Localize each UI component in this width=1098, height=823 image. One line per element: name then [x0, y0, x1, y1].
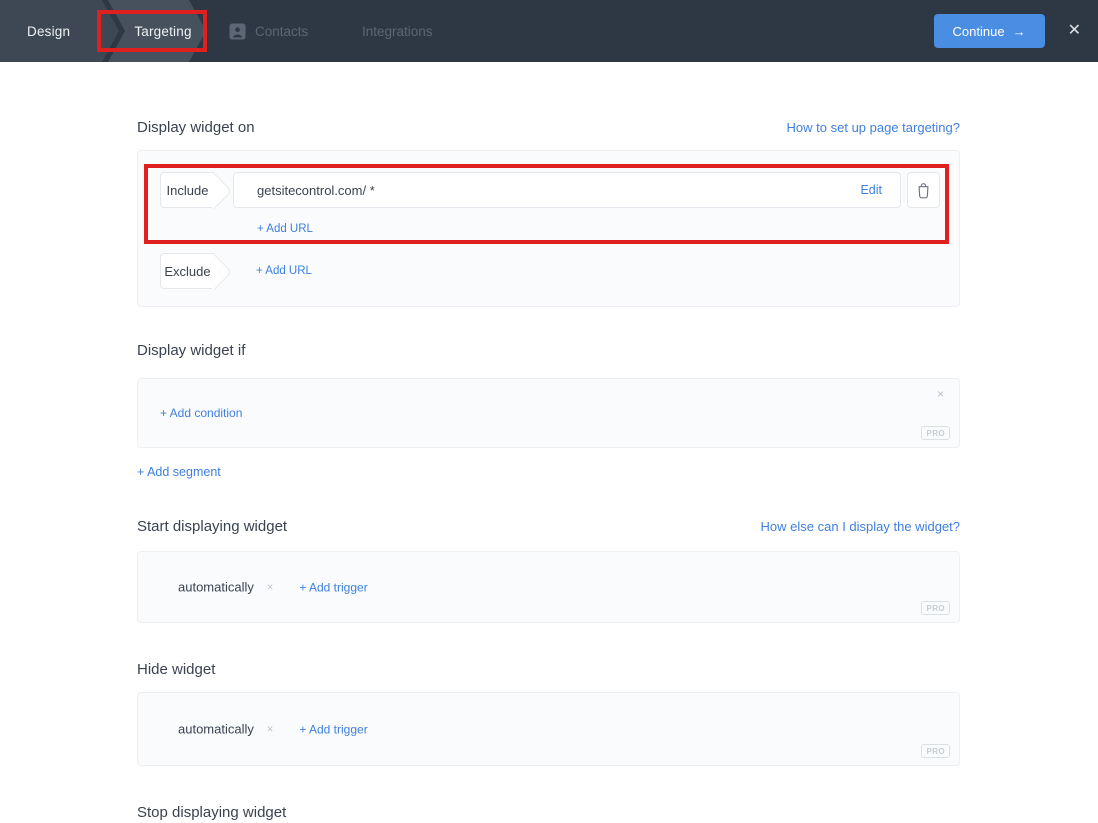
start-trigger-row: automatically × + Add trigger	[178, 580, 368, 595]
stop-displaying-header: Stop displaying widget	[137, 804, 960, 823]
pro-badge: PRO	[921, 744, 950, 758]
tab-integrations[interactable]: Integrations	[362, 0, 433, 62]
display-if-title: Display widget if	[137, 342, 246, 359]
tab-integrations-label: Integrations	[362, 23, 433, 39]
navbar-actions: Continue → ✕	[933, 0, 1081, 62]
tab-contacts-label: Contacts	[255, 23, 309, 39]
display-on-header: Display widget on How to set up page tar…	[137, 119, 960, 138]
hide-widget-title: Hide widget	[137, 661, 216, 678]
close-icon[interactable]: ✕	[1068, 23, 1081, 39]
hide-widget-header: Hide widget	[137, 661, 960, 680]
hide-trigger-value: automatically	[178, 721, 254, 737]
targeting-settings-page: Display widget on How to set up page tar…	[0, 62, 960, 823]
contact-card-icon	[229, 23, 246, 40]
hide-add-trigger-button[interactable]: + Add trigger	[299, 722, 367, 736]
start-add-trigger-button[interactable]: + Add trigger	[299, 580, 367, 594]
pro-badge: PRO	[921, 426, 950, 440]
trash-icon	[916, 182, 931, 199]
start-trigger-value: automatically	[178, 579, 254, 595]
tab-design-label: Design	[27, 23, 71, 39]
include-add-url-row: + Add URL	[257, 219, 940, 235]
arrow-right-icon: →	[1012, 23, 1026, 39]
exclude-add-url-button[interactable]: + Add URL	[256, 265, 312, 277]
remove-start-trigger-icon[interactable]: ×	[267, 581, 273, 593]
pro-badge: PRO	[921, 601, 950, 615]
start-trigger-panel: automatically × + Add trigger PRO	[137, 551, 960, 623]
continue-button[interactable]: Continue →	[933, 14, 1045, 48]
stop-displaying-title: Stop displaying widget	[137, 804, 287, 821]
start-displaying-header: Start displaying widget How else can I d…	[137, 518, 960, 537]
remove-hide-trigger-icon[interactable]: ×	[267, 723, 273, 735]
top-navbar: Design Targeting Contacts Integrations C…	[0, 0, 1098, 62]
hide-trigger-panel: automatically × + Add trigger PRO	[137, 692, 960, 766]
add-segment-button[interactable]: + Add segment	[137, 465, 221, 480]
display-on-title: Display widget on	[137, 119, 255, 136]
start-displaying-title: Start displaying widget	[137, 518, 288, 535]
tab-design[interactable]: Design	[0, 0, 119, 62]
tab-targeting-label: Targeting	[134, 23, 192, 39]
exclude-tag: Exclude	[160, 253, 214, 289]
hide-trigger-row: automatically × + Add trigger	[178, 722, 368, 737]
delete-url-button[interactable]	[907, 172, 940, 208]
edit-url-button[interactable]: Edit	[860, 183, 882, 197]
conditions-panel: + Add condition × PRO	[137, 378, 960, 448]
page-targeting-help-link[interactable]: How to set up page targeting?	[787, 120, 960, 135]
display-if-header: Display widget if	[137, 342, 960, 361]
exclude-tag-label: Exclude	[164, 263, 211, 279]
url-targeting-panel: Include getsitecontrol.com/ * Edit + Add…	[137, 150, 960, 307]
add-condition-button[interactable]: + Add condition	[160, 406, 242, 420]
include-url-field[interactable]: getsitecontrol.com/ * Edit	[233, 172, 901, 208]
display-widget-help-link[interactable]: How else can I display the widget?	[761, 519, 960, 534]
include-url-row: Include getsitecontrol.com/ * Edit	[160, 172, 940, 208]
exclude-url-row: Exclude + Add URL	[160, 253, 940, 289]
include-add-url-button[interactable]: + Add URL	[257, 223, 313, 235]
include-tag-label: Include	[166, 182, 209, 198]
tab-contacts[interactable]: Contacts	[229, 0, 308, 62]
include-url-value: getsitecontrol.com/ *	[257, 182, 375, 198]
remove-conditions-icon[interactable]: ×	[937, 388, 944, 400]
include-tag: Include	[160, 172, 214, 208]
continue-button-label: Continue	[952, 23, 1005, 39]
tab-targeting[interactable]: Targeting	[108, 0, 206, 62]
